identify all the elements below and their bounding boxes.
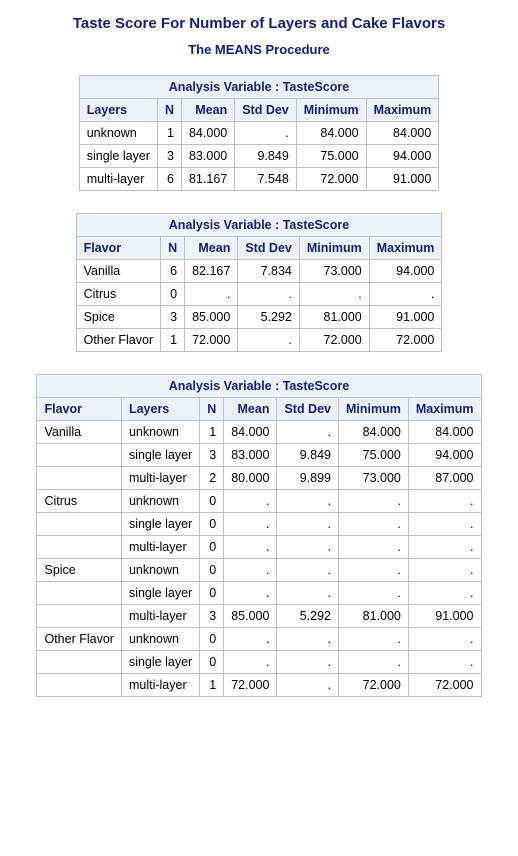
subtitle: The MEANS Procedure xyxy=(10,42,508,57)
col-stddev: Std Dev xyxy=(277,398,339,421)
col-layers: Layers xyxy=(121,398,199,421)
col-min: Minimum xyxy=(299,237,369,260)
layers-table: Analysis Variable : TasteScore Layers N … xyxy=(79,75,440,191)
col-flavor: Flavor xyxy=(37,398,121,421)
col-n: N xyxy=(200,398,224,421)
col-mean: Mean xyxy=(224,398,277,421)
flavor-layers-table: Analysis Variable : TasteScore Flavor La… xyxy=(36,374,481,697)
col-stddev: Std Dev xyxy=(238,237,300,260)
col-layers: Layers xyxy=(79,99,157,122)
flavor-table: Analysis Variable : TasteScore Flavor N … xyxy=(76,213,443,352)
col-n: N xyxy=(161,237,185,260)
col-min: Minimum xyxy=(296,99,366,122)
col-flavor: Flavor xyxy=(76,237,160,260)
col-n: N xyxy=(157,99,181,122)
table-row: single layer0.... xyxy=(37,582,481,605)
table-row: Citrus 0 . . . . xyxy=(76,283,442,306)
table-row: single layer 3 83.000 9.849 75.000 94.00… xyxy=(79,145,439,168)
col-max: Maximum xyxy=(369,237,442,260)
table-row: single layer0.... xyxy=(37,513,481,536)
table-caption: Analysis Variable : TasteScore xyxy=(76,214,442,237)
table-row: unknown 1 84.000 . 84.000 84.000 xyxy=(79,122,439,145)
table-row: Vanillaunknown184.000.84.00084.000 xyxy=(37,421,481,444)
table-row: multi-layer0.... xyxy=(37,536,481,559)
table-caption: Analysis Variable : TasteScore xyxy=(37,375,481,398)
table-row: multi-layer 6 81.167 7.548 72.000 91.000 xyxy=(79,168,439,191)
page-title: Taste Score For Number of Layers and Cak… xyxy=(10,15,508,32)
col-max: Maximum xyxy=(366,99,439,122)
col-mean: Mean xyxy=(185,237,238,260)
col-mean: Mean xyxy=(181,99,234,122)
table-row: multi-layer280.0009.89973.00087.000 xyxy=(37,467,481,490)
table-row: Citrusunknown0.... xyxy=(37,490,481,513)
table-caption: Analysis Variable : TasteScore xyxy=(79,76,439,99)
table-row: multi-layer385.0005.29281.00091.000 xyxy=(37,605,481,628)
table-row: Vanilla 6 82.167 7.834 73.000 94.000 xyxy=(76,260,442,283)
col-max: Maximum xyxy=(408,398,481,421)
table-row: Spice 3 85.000 5.292 81.000 91.000 xyxy=(76,306,442,329)
col-min: Minimum xyxy=(339,398,409,421)
table-row: single layer383.0009.84975.00094.000 xyxy=(37,444,481,467)
table-row: single layer0.... xyxy=(37,651,481,674)
table-row: Other Flavorunknown0.... xyxy=(37,628,481,651)
col-stddev: Std Dev xyxy=(235,99,297,122)
table-row: Other Flavor 1 72.000 . 72.000 72.000 xyxy=(76,329,442,352)
table-row: multi-layer172.000.72.00072.000 xyxy=(37,674,481,697)
table-row: Spiceunknown0.... xyxy=(37,559,481,582)
